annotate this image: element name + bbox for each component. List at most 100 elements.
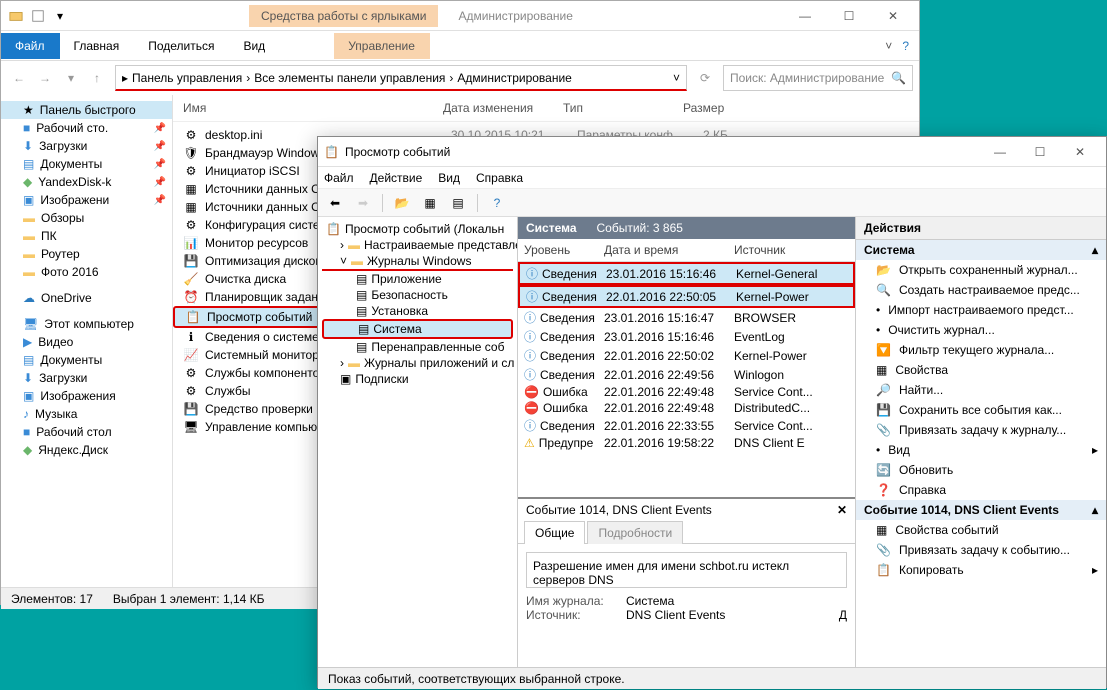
menu-action[interactable]: Действие <box>370 171 423 185</box>
search-input[interactable]: Поиск: Администрирование 🔍 <box>723 65 913 91</box>
sidebar-item[interactable]: ■Рабочий сто.📌 <box>1 119 172 137</box>
sidebar-item[interactable]: ▬Роутер <box>1 245 172 263</box>
sidebar-onedrive[interactable]: ☁OneDrive <box>1 289 172 307</box>
sidebar-item[interactable]: ♪Музыка <box>1 405 172 423</box>
tab-general[interactable]: Общие <box>524 521 585 544</box>
sidebar-item[interactable]: ◆Яндекс.Диск <box>1 441 172 459</box>
action-item[interactable]: ▦Свойства <box>856 360 1106 380</box>
breadcrumb[interactable]: ▸ Панель управления › Все элементы панел… <box>115 65 687 91</box>
forward-button[interactable]: → <box>33 66 57 90</box>
sidebar-thispc[interactable]: 🖥Этот компьютер <box>1 315 172 333</box>
action-item[interactable]: 🔄Обновить <box>856 460 1106 480</box>
sidebar-item[interactable]: ■Рабочий стол <box>1 423 172 441</box>
actions-section-system[interactable]: Система▴ <box>856 240 1106 260</box>
action-item[interactable]: •Импорт настраиваемого предст... <box>856 300 1106 320</box>
col-type[interactable]: Тип <box>563 101 683 115</box>
sidebar-item[interactable]: ◆YandexDisk-k📌 <box>1 173 172 191</box>
col-datetime[interactable]: Дата и время <box>604 243 734 257</box>
event-row[interactable]: ⓘСведения22.01.2016 22:50:02Kernel-Power <box>518 346 855 365</box>
search-icon[interactable]: 🔍 <box>891 71 906 85</box>
close-button[interactable]: ✕ <box>873 2 913 30</box>
action-item[interactable]: •Вид▸ <box>856 440 1106 460</box>
menu-help[interactable]: Справка <box>476 171 523 185</box>
close-detail-icon[interactable]: ✕ <box>837 503 847 517</box>
col-name[interactable]: Имя <box>183 101 443 115</box>
event-row[interactable]: ⓘСведения22.01.2016 22:50:05Kernel-Power <box>518 285 855 308</box>
properties-icon[interactable]: ▤ <box>447 192 469 214</box>
minimize-button[interactable]: — <box>980 138 1020 166</box>
properties-icon[interactable] <box>29 7 47 25</box>
event-row[interactable]: ⛔Ошибка22.01.2016 22:49:48DistributedC..… <box>518 400 855 416</box>
action-item[interactable]: 📂Открыть сохраненный журнал... <box>856 260 1106 280</box>
breadcrumb-dropdown-icon[interactable]: ˅ <box>673 71 680 85</box>
tree-log-system[interactable]: ▤Система <box>322 319 513 339</box>
sidebar-item[interactable]: ⬇Загрузки <box>1 369 172 387</box>
up-button[interactable]: ↑ <box>85 66 109 90</box>
tree-app-logs[interactable]: ›▬Журналы приложений и сл <box>322 355 513 371</box>
tree-root[interactable]: 📋Просмотр событий (Локальн <box>322 221 513 237</box>
tab-manage[interactable]: Управление <box>334 33 430 59</box>
action-item[interactable]: 🔎Найти... <box>856 380 1106 400</box>
sidebar-item[interactable]: ▤Документы📌 <box>1 155 172 173</box>
close-button[interactable]: ✕ <box>1060 138 1100 166</box>
expand-ribbon-icon[interactable]: ˅ <box>885 39 892 53</box>
sidebar-item[interactable]: ▤Документы <box>1 351 172 369</box>
col-size[interactable]: Размер <box>683 101 724 115</box>
col-date[interactable]: Дата изменения <box>443 101 563 115</box>
actions-section-event[interactable]: Событие 1014, DNS Client Events▴ <box>856 500 1106 520</box>
view-icon[interactable]: ▦ <box>419 192 441 214</box>
col-source[interactable]: Источник <box>734 243 849 257</box>
action-item[interactable]: ▦Свойства событий <box>856 520 1106 540</box>
col-level[interactable]: Уровень <box>524 243 604 257</box>
forward-icon[interactable]: ➡ <box>352 192 374 214</box>
breadcrumb-root-icon[interactable]: ▸ <box>122 71 128 85</box>
tree-custom-views[interactable]: ›▬Настраиваемые представле <box>322 237 513 253</box>
event-row[interactable]: ⓘСведения23.01.2016 15:16:47BROWSER <box>518 308 855 327</box>
maximize-button[interactable]: ☐ <box>829 2 869 30</box>
show-hide-tree-icon[interactable]: 📂 <box>391 192 413 214</box>
tree-log-setup[interactable]: ▤Установка <box>322 303 513 319</box>
action-item[interactable]: ❓Справка <box>856 480 1106 500</box>
action-item[interactable]: 📎Привязать задачу к журналу... <box>856 420 1106 440</box>
sidebar-item[interactable]: ▬ПК <box>1 227 172 245</box>
qat-dropdown-icon[interactable]: ▾ <box>51 7 69 25</box>
action-item[interactable]: 🔽Фильтр текущего журнала... <box>856 340 1106 360</box>
back-button[interactable]: ← <box>7 66 31 90</box>
sidebar-item[interactable]: ⬇Загрузки📌 <box>1 137 172 155</box>
event-row[interactable]: ⓘСведения22.01.2016 22:49:56Winlogon <box>518 365 855 384</box>
history-dropdown[interactable]: ▾ <box>59 66 83 90</box>
action-item[interactable]: 📋Копировать▸ <box>856 560 1106 580</box>
tab-share[interactable]: Поделиться <box>134 33 229 59</box>
event-row[interactable]: ⚠Предупре22.01.2016 19:58:22DNS Client E <box>518 435 855 451</box>
sidebar-quick-access[interactable]: ★Панель быстрого <box>1 101 172 119</box>
minimize-button[interactable]: — <box>785 2 825 30</box>
sidebar-item[interactable]: ▬Обзоры <box>1 209 172 227</box>
maximize-button[interactable]: ☐ <box>1020 138 1060 166</box>
action-item[interactable]: 🔍Создать настраиваемое предс... <box>856 280 1106 300</box>
action-item[interactable]: •Очистить журнал... <box>856 320 1106 340</box>
sidebar-item[interactable]: ▬Фото 2016 <box>1 263 172 281</box>
action-item[interactable]: 📎Привязать задачу к событию... <box>856 540 1106 560</box>
tab-home[interactable]: Главная <box>60 33 135 59</box>
sidebar-item[interactable]: ▣Изображени📌 <box>1 191 172 209</box>
tab-details[interactable]: Подробности <box>587 521 683 544</box>
tree-windows-logs[interactable]: ˅▬Журналы Windows <box>322 253 513 271</box>
refresh-button[interactable]: ⟳ <box>693 66 717 90</box>
event-row[interactable]: ⓘСведения22.01.2016 22:33:55Service Cont… <box>518 416 855 435</box>
tab-view[interactable]: Вид <box>229 33 280 59</box>
help-icon[interactable]: ? <box>486 192 508 214</box>
event-row[interactable]: ⓘСведения23.01.2016 15:16:46EventLog <box>518 327 855 346</box>
help-icon[interactable]: ? <box>902 39 909 53</box>
tree-log-security[interactable]: ▤Безопасность <box>322 287 513 303</box>
menu-view[interactable]: Вид <box>438 171 460 185</box>
back-icon[interactable]: ⬅ <box>324 192 346 214</box>
tree-subscriptions[interactable]: ▣Подписки <box>322 371 513 387</box>
menu-file[interactable]: Файл <box>324 171 354 185</box>
sidebar-item[interactable]: ▣Изображения <box>1 387 172 405</box>
tree-log-forwarded[interactable]: ▤Перенаправленные соб <box>322 339 513 355</box>
tree-log-application[interactable]: ▤Приложение <box>322 271 513 287</box>
event-row[interactable]: ⓘСведения23.01.2016 15:16:46Kernel-Gener… <box>518 262 855 285</box>
sidebar-item[interactable]: ▶Видео <box>1 333 172 351</box>
action-item[interactable]: 💾Сохранить все события как... <box>856 400 1106 420</box>
event-row[interactable]: ⛔Ошибка22.01.2016 22:49:48Service Cont..… <box>518 384 855 400</box>
